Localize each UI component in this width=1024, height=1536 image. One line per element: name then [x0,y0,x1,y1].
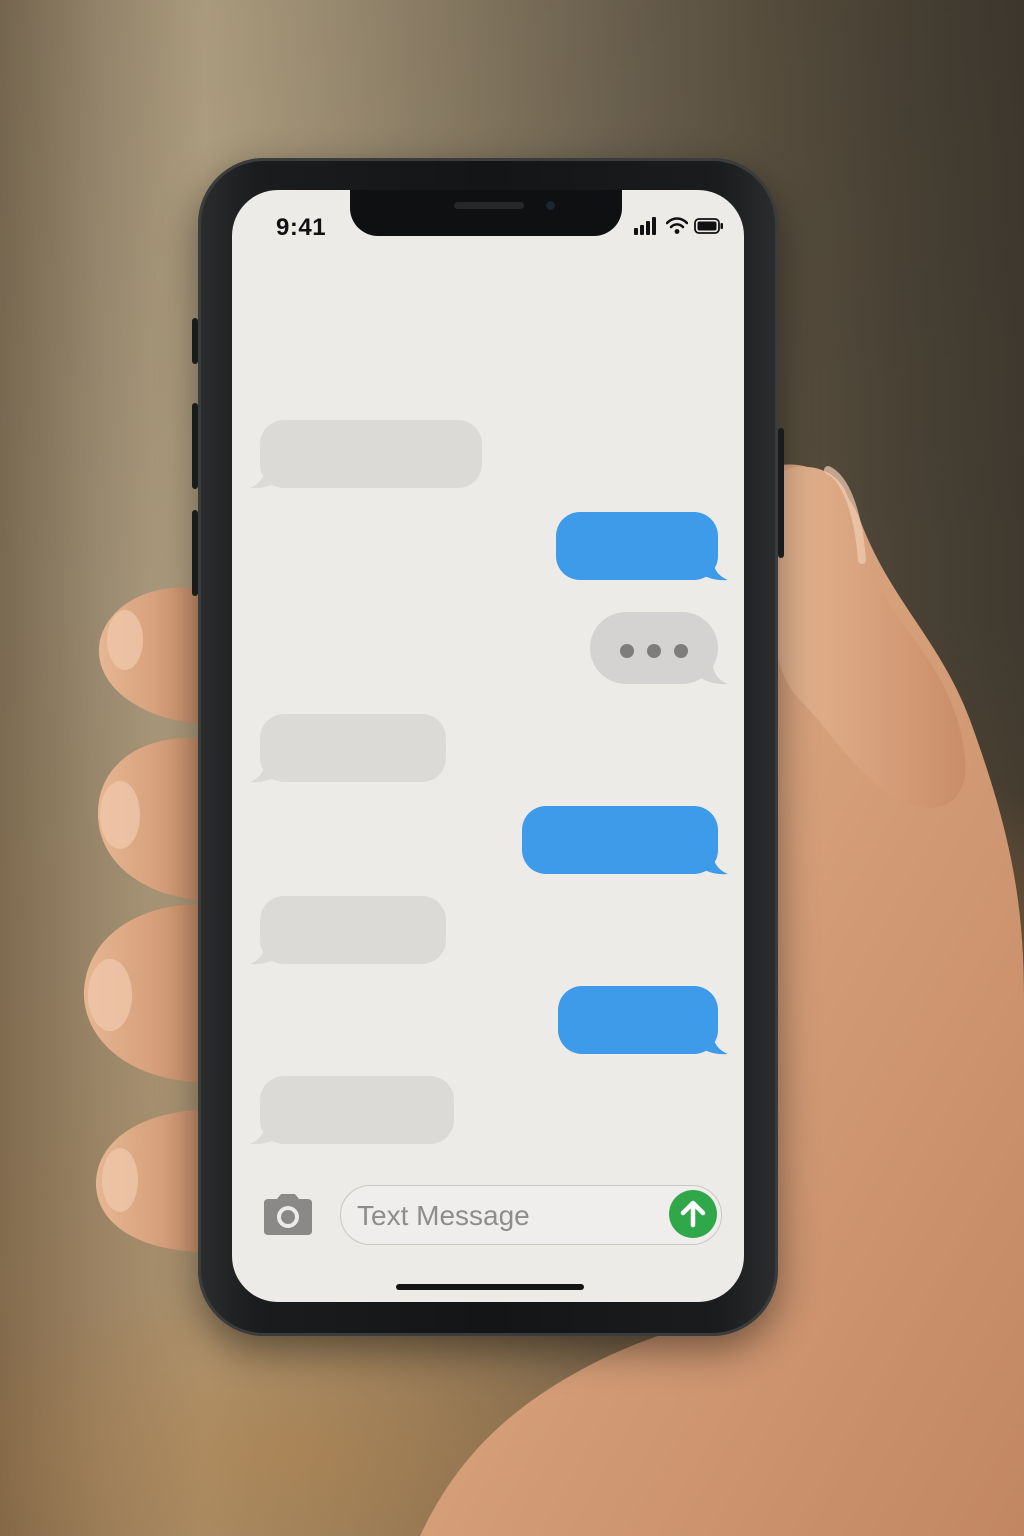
home-indicator[interactable] [396,1284,584,1290]
wifi-icon [666,217,688,234]
incoming-message-bubble[interactable] [260,420,482,488]
outgoing-message-bubble[interactable] [558,986,718,1054]
bubble-tail [698,658,728,685]
bubble-tail [698,1028,728,1055]
battery-icon [694,218,723,234]
bubble-tail [250,756,280,783]
power-button [778,428,784,558]
status-time: 9:41 [276,214,327,241]
outgoing-message-bubble[interactable] [556,512,718,580]
send-button[interactable] [669,1190,717,1238]
outgoing-message-bubble[interactable] [522,806,718,874]
earpiece-speaker [454,202,524,209]
front-camera [546,201,555,210]
notch [350,190,622,236]
incoming-message-bubble[interactable] [260,896,446,964]
incoming-message-bubble[interactable] [260,714,446,782]
volume-up-button [192,403,198,489]
messages-screen: 9:41 Text Message [232,190,744,1302]
typing-dot [620,644,634,658]
signal-icon [634,217,656,235]
bubble-tail [250,462,280,489]
bubble-tail [698,554,728,581]
mute-switch [192,318,198,364]
bubble-tail [698,848,728,875]
incoming-message-bubble[interactable] [260,1076,454,1144]
typing-dot [674,644,688,658]
camera-icon[interactable] [260,1193,316,1237]
bubble-tail [250,938,280,965]
arrow-up-icon [680,1200,706,1228]
volume-down-button [192,510,198,596]
message-input[interactable]: Text Message [340,1185,722,1245]
message-input-placeholder: Text Message [357,1200,530,1231]
typing-dot [647,644,661,658]
bubble-tail [250,1118,280,1145]
status-icons [634,216,724,236]
